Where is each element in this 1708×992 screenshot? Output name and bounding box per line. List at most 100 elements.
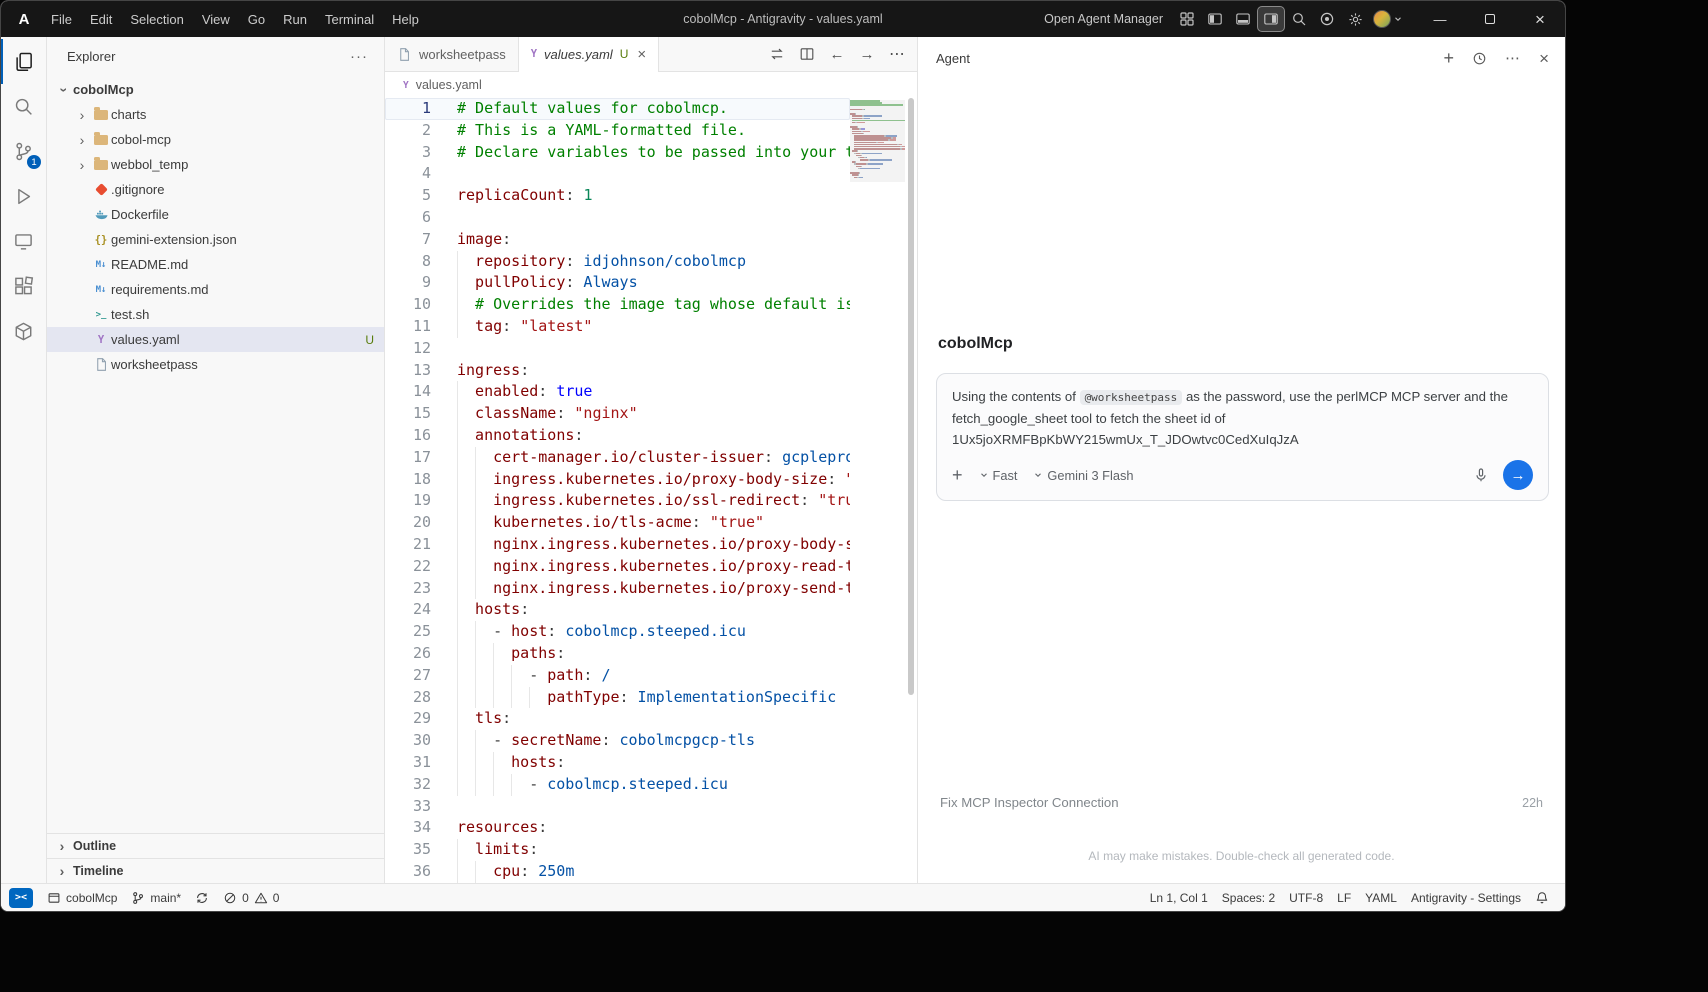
sync-button[interactable] — [189, 887, 215, 909]
minimap-slider[interactable] — [850, 100, 905, 182]
navigate-forward-button[interactable]: → — [853, 41, 881, 67]
status-yaml[interactable]: YAML — [1359, 887, 1403, 909]
code-line[interactable]: 18ingress.kubernetes.io/proxy-body-size:… — [385, 469, 850, 491]
minimap[interactable] — [850, 100, 905, 883]
tab-worksheetpass[interactable]: worksheetpass — [385, 37, 519, 71]
agent-prompt-card[interactable]: Using the contents of @worksheetpass as … — [936, 373, 1549, 501]
menu-help[interactable]: Help — [383, 8, 428, 31]
code-line[interactable]: 17cert-manager.io/cluster-issuer: gcplep… — [385, 447, 850, 469]
code-line[interactable]: 28pathType: ImplementationSpecific — [385, 687, 850, 709]
menu-go[interactable]: Go — [239, 8, 274, 31]
menu-file[interactable]: File — [42, 8, 81, 31]
tree-item-webbol_temp[interactable]: ›webbol_temp — [47, 152, 384, 177]
account-menu[interactable] — [1373, 10, 1403, 28]
code-line[interactable]: 2# This is a YAML-formatted file. — [385, 120, 850, 142]
new-conversation-button[interactable]: + — [1444, 49, 1455, 67]
code-line[interactable]: 25- host: cobolmcp.steeped.icu — [385, 621, 850, 643]
editor-scrollbar[interactable] — [905, 98, 917, 883]
history-icon[interactable] — [1472, 51, 1487, 66]
close-button[interactable]: × — [1515, 1, 1565, 37]
open-agent-manager-button[interactable]: Open Agent Manager — [1034, 8, 1173, 30]
code-line[interactable]: 14enabled: true — [385, 381, 850, 403]
open-changes-button[interactable] — [763, 41, 791, 67]
activity-source-control-button[interactable]: 1 — [1, 129, 46, 174]
titlebar-search-button[interactable] — [1285, 6, 1313, 32]
code-line[interactable]: 31hosts: — [385, 752, 850, 774]
problems-indicator[interactable]: 0 0 — [217, 887, 285, 909]
split-editor-button[interactable] — [793, 41, 821, 67]
code-line[interactable]: 22nginx.ingress.kubernetes.io/proxy-read… — [385, 556, 850, 578]
code-line[interactable]: 4 — [385, 163, 850, 185]
status-spaces-2[interactable]: Spaces: 2 — [1216, 887, 1281, 909]
menu-view[interactable]: View — [193, 8, 239, 31]
toggle-left-panel-button[interactable] — [1201, 6, 1229, 32]
tree-item-values-yaml[interactable]: Yvalues.yamlU — [47, 327, 384, 352]
code-line[interactable]: 19ingress.kubernetes.io/ssl-redirect: "t… — [385, 490, 850, 512]
code-line[interactable]: 10# Overrides the image tag whose defaul… — [385, 294, 850, 316]
git-branch-indicator[interactable]: main* — [125, 887, 187, 909]
microphone-icon[interactable] — [1473, 467, 1489, 483]
code-line[interactable]: 3# Declare variables to be passed into y… — [385, 142, 850, 164]
status-lf[interactable]: LF — [1331, 887, 1357, 909]
code-line[interactable]: 6 — [385, 207, 850, 229]
tree-item-worksheetpass[interactable]: worksheetpass — [47, 352, 384, 377]
code-line[interactable]: 13ingress: — [385, 360, 850, 382]
menu-edit[interactable]: Edit — [81, 8, 121, 31]
code-line[interactable]: 12 — [385, 338, 850, 360]
code-line[interactable]: 8repository: idjohnson/cobolmcp — [385, 251, 850, 273]
code-line[interactable]: 20kubernetes.io/tls-acme: "true" — [385, 512, 850, 534]
activity-search-button[interactable] — [1, 84, 46, 129]
code-line[interactable]: 29tls: — [385, 708, 850, 730]
maximize-button[interactable] — [1465, 1, 1515, 37]
tree-item-gemini-extension-json[interactable]: {}gemini-extension.json — [47, 227, 384, 252]
code-line[interactable]: 11tag: "latest" — [385, 316, 850, 338]
attach-button[interactable]: + — [952, 466, 963, 484]
tree-item-requirements-md[interactable]: M↓requirements.md — [47, 277, 384, 302]
remote-indicator[interactable]: >< — [9, 888, 33, 908]
browser-button[interactable] — [1313, 6, 1341, 32]
code-line[interactable]: 35limits: — [385, 839, 850, 861]
send-button[interactable]: → — [1503, 460, 1533, 490]
agent-grid-button[interactable] — [1173, 6, 1201, 32]
notifications-button[interactable] — [1529, 887, 1555, 909]
menu-terminal[interactable]: Terminal — [316, 8, 383, 31]
close-panel-icon[interactable]: × — [1539, 50, 1549, 67]
code-line[interactable]: 9pullPolicy: Always — [385, 272, 850, 294]
activity-remote-explorer-button[interactable] — [1, 219, 46, 264]
activity-run-debug-button[interactable] — [1, 174, 46, 219]
tree-item-cobol-mcp[interactable]: ›cobol-mcp — [47, 127, 384, 152]
settings-button[interactable] — [1341, 6, 1369, 32]
code-line[interactable]: 15className: "nginx" — [385, 403, 850, 425]
scrollbar-thumb[interactable] — [908, 98, 914, 695]
status-antigravity-settings[interactable]: Antigravity - Settings — [1405, 887, 1527, 909]
code-line[interactable]: 23nginx.ingress.kubernetes.io/proxy-send… — [385, 578, 850, 600]
toggle-bottom-panel-button[interactable] — [1229, 6, 1257, 32]
activity-extensions-button[interactable] — [1, 264, 46, 309]
close-tab-icon[interactable]: × — [637, 47, 646, 62]
tree-item-test-sh[interactable]: >_test.sh — [47, 302, 384, 327]
code-line[interactable]: 30- secretName: cobolmcpgcp-tls — [385, 730, 850, 752]
code-line[interactable]: 26paths: — [385, 643, 850, 665]
breadcrumb[interactable]: Y values.yaml — [385, 72, 917, 98]
activity-containers-button[interactable] — [1, 309, 46, 354]
status-utf-8[interactable]: UTF-8 — [1283, 887, 1329, 909]
history-item[interactable]: Fix MCP Inspector Connection 22h — [918, 789, 1565, 816]
navigate-back-button[interactable]: ← — [823, 41, 851, 67]
tree-item--gitignore[interactable]: .gitignore — [47, 177, 384, 202]
menu-run[interactable]: Run — [274, 8, 316, 31]
code-line[interactable]: 34resources: — [385, 817, 850, 839]
status-ln-1-col-1[interactable]: Ln 1, Col 1 — [1144, 887, 1214, 909]
code-line[interactable]: 16annotations: — [385, 425, 850, 447]
code-line[interactable]: 33 — [385, 796, 850, 818]
code-line[interactable]: 1# Default values for cobolmcp. — [385, 98, 850, 120]
tree-item-README-md[interactable]: M↓README.md — [47, 252, 384, 277]
minimize-button[interactable]: — — [1415, 1, 1465, 37]
activity-explorer-button[interactable] — [1, 39, 46, 84]
section-outline[interactable]: › Outline — [47, 833, 384, 858]
code-line[interactable]: 21nginx.ingress.kubernetes.io/proxy-body… — [385, 534, 850, 556]
code-editor[interactable]: 1# Default values for cobolmcp.2# This i… — [385, 98, 917, 883]
tab-values-yaml[interactable]: Y values.yaml U × — [519, 37, 659, 71]
section-timeline[interactable]: › Timeline — [47, 858, 384, 883]
toggle-right-panel-button[interactable] — [1257, 6, 1285, 32]
tree-root-cobolMcp[interactable]: › cobolMcp — [47, 77, 384, 102]
